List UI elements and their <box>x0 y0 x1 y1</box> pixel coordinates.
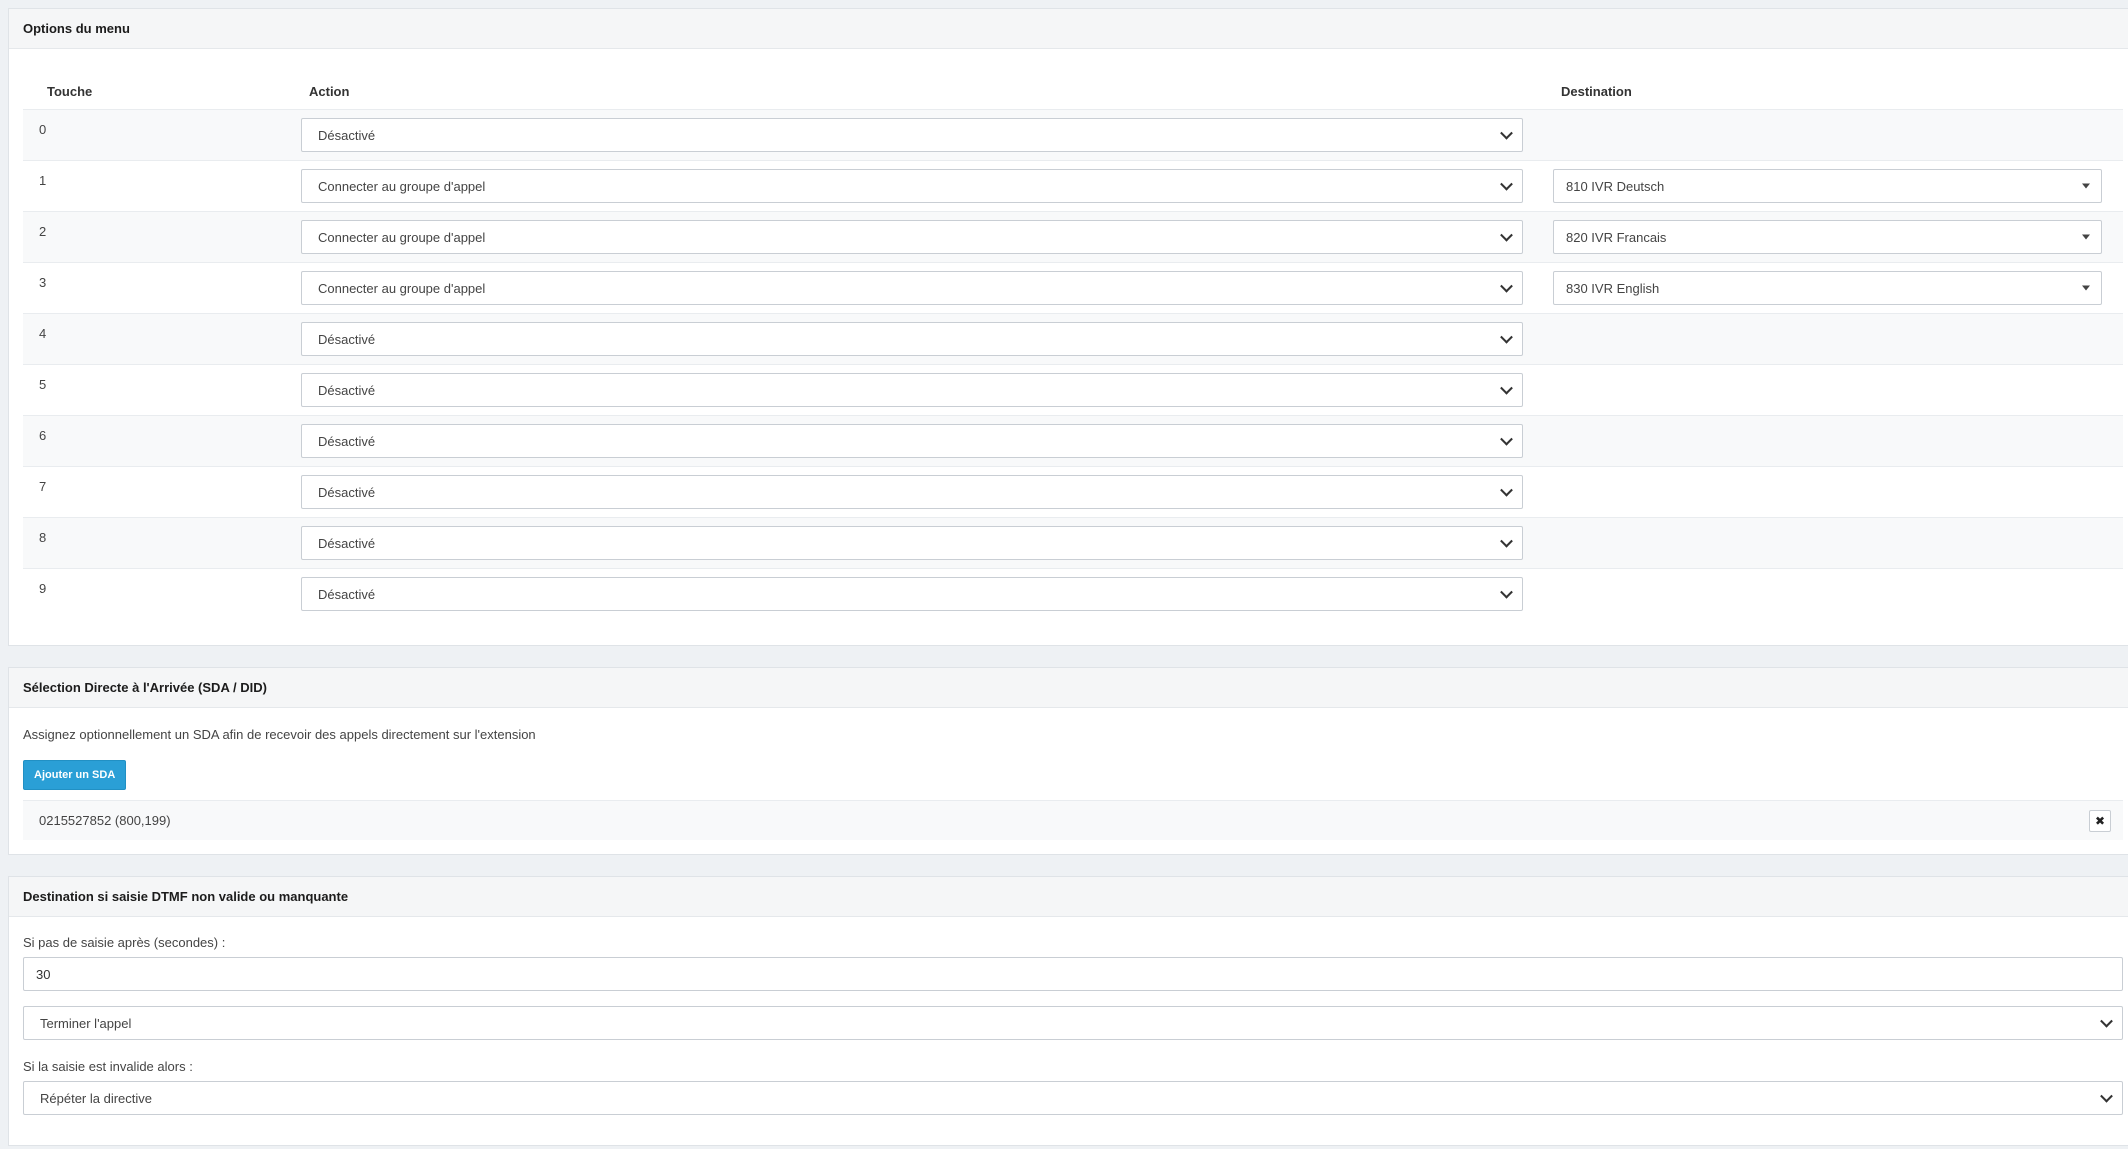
destination-select[interactable]: 830 IVR English <box>1553 271 2102 305</box>
action-select[interactable]: Désactivé <box>301 526 1523 560</box>
table-row: 8 Désactivé <box>23 517 2123 568</box>
key-label: 9 <box>39 581 47 596</box>
caret-down-icon <box>2082 285 2090 291</box>
key-label: 3 <box>39 275 47 290</box>
table-header: Touche Action Destination <box>23 61 2123 109</box>
chevron-down-icon <box>1500 177 1513 191</box>
chevron-down-icon <box>1500 432 1513 446</box>
action-select-value: Connecter au groupe d'appel <box>318 178 486 194</box>
column-action: Action <box>309 84 350 99</box>
timeout-input-value: 30 <box>36 966 51 982</box>
action-select[interactable]: Connecter au groupe d'appel <box>301 271 1523 305</box>
invalid-action-value: Répéter la directive <box>40 1090 152 1106</box>
destination-select[interactable]: 810 IVR Deutsch <box>1553 169 2102 203</box>
menu-options-panel: Options du menu Touche Action Destinatio… <box>8 8 2128 646</box>
table-row: 9 Désactivé <box>23 568 2123 619</box>
action-select[interactable]: Connecter au groupe d'appel <box>301 169 1523 203</box>
delete-sda-button[interactable]: ✖ <box>2089 810 2111 832</box>
timeout-input[interactable]: 30 <box>23 957 2123 991</box>
chevron-down-icon <box>2100 1014 2113 1028</box>
action-select-value: Désactivé <box>318 535 376 551</box>
action-select[interactable]: Désactivé <box>301 424 1523 458</box>
dtmf-title: Destination si saisie DTMF non valide ou… <box>9 877 2128 917</box>
caret-down-icon <box>2082 183 2090 189</box>
close-icon: ✖ <box>2094 814 2106 828</box>
action-select[interactable]: Désactivé <box>301 373 1523 407</box>
key-label: 5 <box>39 377 47 392</box>
action-select[interactable]: Connecter au groupe d'appel <box>301 220 1523 254</box>
key-label: 6 <box>39 428 47 443</box>
table-row: 3 Connecter au groupe d'appel 830 IVR En… <box>23 262 2123 313</box>
dtmf-panel: Destination si saisie DTMF non valide ou… <box>8 876 2128 1146</box>
chevron-down-icon <box>1500 228 1513 242</box>
key-label: 2 <box>39 224 47 239</box>
chevron-down-icon <box>1500 330 1513 344</box>
menu-options-table: Touche Action Destination 0 Désactivé 1 … <box>23 61 2123 619</box>
destination-select-value: 830 IVR English <box>1566 280 1660 296</box>
destination-select-value: 810 IVR Deutsch <box>1566 178 1665 194</box>
list-item: 0215527852 (800,199) ✖ <box>23 800 2123 840</box>
action-select[interactable]: Désactivé <box>301 118 1523 152</box>
action-select-value: Désactivé <box>318 127 376 143</box>
action-select[interactable]: Désactivé <box>301 475 1523 509</box>
column-destination: Destination <box>1561 84 1632 99</box>
action-select-value: Désactivé <box>318 382 376 398</box>
table-row: 1 Connecter au groupe d'appel 810 IVR De… <box>23 160 2123 211</box>
menu-options-title: Options du menu <box>9 9 2128 49</box>
timeout-action-select[interactable]: Terminer l'appel <box>23 1006 2123 1040</box>
chevron-down-icon <box>1500 585 1513 599</box>
table-row: 4 Désactivé <box>23 313 2123 364</box>
action-select-value: Connecter au groupe d'appel <box>318 229 486 245</box>
caret-down-icon <box>2082 234 2090 240</box>
timeout-action-value: Terminer l'appel <box>40 1015 132 1031</box>
key-label: 1 <box>39 173 47 188</box>
action-select-value: Désactivé <box>318 331 376 347</box>
action-select-value: Connecter au groupe d'appel <box>318 280 486 296</box>
sda-title: Sélection Directe à l'Arrivée (SDA / DID… <box>9 668 2128 708</box>
column-key: Touche <box>47 84 93 99</box>
table-row: 5 Désactivé <box>23 364 2123 415</box>
chevron-down-icon <box>1500 534 1513 548</box>
add-sda-button[interactable]: Ajouter un SDA <box>23 760 127 790</box>
action-select-value: Désactivé <box>318 433 376 449</box>
destination-select[interactable]: 820 IVR Francais <box>1553 220 2102 254</box>
chevron-down-icon <box>1500 483 1513 497</box>
key-label: 4 <box>39 326 47 341</box>
table-row: 0 Désactivé <box>23 109 2123 160</box>
action-select[interactable]: Désactivé <box>301 577 1523 611</box>
table-row: 2 Connecter au groupe d'appel 820 IVR Fr… <box>23 211 2123 262</box>
sda-number: 0215527852 (800,199) <box>39 813 171 828</box>
table-row: 6 Désactivé <box>23 415 2123 466</box>
key-label: 8 <box>39 530 47 545</box>
timeout-label: Si pas de saisie après (secondes) : <box>23 935 226 950</box>
key-label: 0 <box>39 122 47 137</box>
chevron-down-icon <box>2100 1089 2113 1103</box>
sda-description: Assignez optionnellement un SDA afin de … <box>23 727 536 742</box>
destination-select-value: 820 IVR Francais <box>1566 229 1667 245</box>
table-row: 7 Désactivé <box>23 466 2123 517</box>
chevron-down-icon <box>1500 126 1513 140</box>
action-select[interactable]: Désactivé <box>301 322 1523 356</box>
action-select-value: Désactivé <box>318 586 376 602</box>
invalid-action-select[interactable]: Répéter la directive <box>23 1081 2123 1115</box>
key-label: 7 <box>39 479 47 494</box>
action-select-value: Désactivé <box>318 484 376 500</box>
chevron-down-icon <box>1500 381 1513 395</box>
invalid-label: Si la saisie est invalide alors : <box>23 1059 193 1074</box>
sda-panel: Sélection Directe à l'Arrivée (SDA / DID… <box>8 667 2128 855</box>
chevron-down-icon <box>1500 279 1513 293</box>
